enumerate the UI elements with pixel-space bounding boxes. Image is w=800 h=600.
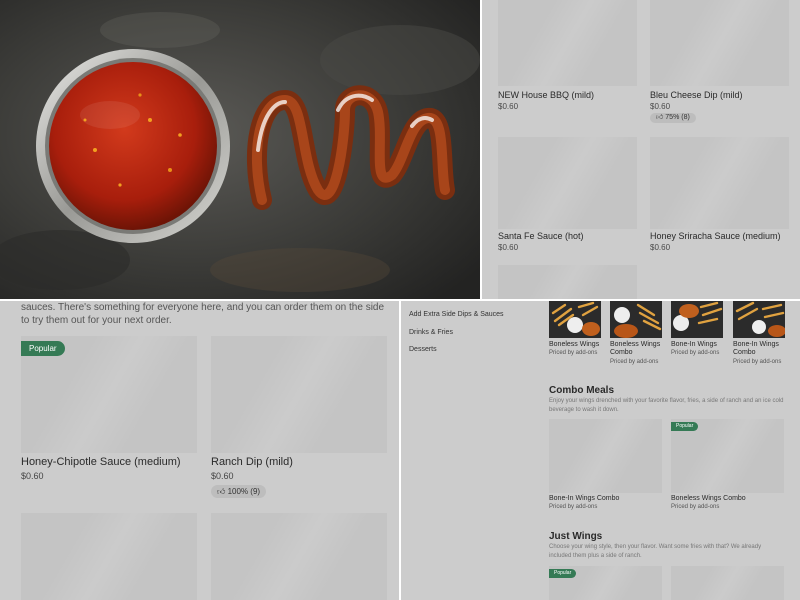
menu-item-image[interactable] bbox=[650, 0, 789, 86]
section-description-combo: Enjoy your wings drenched with your favo… bbox=[549, 398, 784, 413]
rating-value: 75% (8) bbox=[665, 114, 690, 121]
sidebar-item-desserts[interactable]: Desserts bbox=[409, 346, 437, 353]
wings-price: Priced by add-ons bbox=[733, 359, 782, 365]
wings-price: Priced by add-ons bbox=[549, 350, 598, 356]
fries-photo bbox=[671, 301, 723, 338]
menu-item-image[interactable] bbox=[21, 513, 197, 600]
menu-item-image[interactable] bbox=[498, 0, 637, 86]
menu-grid-upper: NEW House BBQ (mild) $0.60 Bleu Cheese D… bbox=[482, 0, 800, 299]
menu-item-image[interactable] bbox=[211, 336, 387, 453]
menu-item-name[interactable]: Honey Sriracha Sauce (medium) bbox=[650, 231, 781, 241]
wings-name[interactable]: Boneless Wings Combo bbox=[610, 341, 666, 357]
menu-item-price: $0.60 bbox=[650, 243, 671, 252]
menu-item-price: $0.60 bbox=[498, 243, 519, 252]
sidebar-item-sauces[interactable]: Add Extra Side Dips & Sauces bbox=[409, 311, 504, 318]
menu-item-name[interactable]: NEW House BBQ (mild) bbox=[498, 90, 594, 100]
menu-item-image[interactable] bbox=[498, 265, 637, 299]
menu-item-price: $0.60 bbox=[21, 471, 44, 481]
wings-name[interactable]: Bone-In Wings bbox=[671, 341, 727, 349]
combo-price: Priced by add-ons bbox=[549, 504, 598, 510]
wings-image[interactable] bbox=[671, 301, 723, 338]
combo-name[interactable]: Bone-In Wings Combo bbox=[549, 495, 659, 503]
menu-item-name[interactable]: Bleu Cheese Dip (mild) bbox=[650, 90, 743, 100]
thumbs-up-icon: 👍︎ bbox=[217, 487, 226, 496]
combo-price: Priced by add-ons bbox=[671, 504, 720, 510]
popular-badge: Popular bbox=[549, 569, 577, 578]
menu-item-image[interactable] bbox=[211, 513, 387, 600]
menu-item-image[interactable] bbox=[498, 137, 637, 229]
section-description-just-wings: Choose your wing style, then your flavor… bbox=[549, 544, 762, 559]
wings-image[interactable] bbox=[610, 301, 662, 338]
thumbs-up-icon: 👍︎ bbox=[656, 114, 664, 121]
rating-badge: 👍︎ 100% (9) bbox=[211, 485, 267, 498]
sidebar-item-drinks[interactable]: Drinks & Fries bbox=[409, 329, 453, 336]
menu-item-image[interactable] bbox=[671, 566, 784, 600]
popular-badge: Popular bbox=[671, 422, 699, 431]
wings-price: Priced by add-ons bbox=[610, 359, 659, 365]
rating-badge: 👍︎ 75% (8) bbox=[650, 113, 696, 123]
fries-photo bbox=[733, 301, 785, 338]
wings-image[interactable] bbox=[549, 301, 601, 338]
menu-item-image[interactable] bbox=[549, 419, 662, 493]
menu-item-price: $0.60 bbox=[498, 102, 519, 111]
fries-photo bbox=[610, 301, 662, 338]
wings-name[interactable]: Boneless Wings bbox=[549, 341, 605, 349]
section-title-just-wings: Just Wings bbox=[549, 531, 603, 542]
menu-item-price: $0.60 bbox=[650, 102, 671, 111]
combo-name[interactable]: Boneless Wings Combo bbox=[671, 495, 781, 503]
menu-item-name[interactable]: Santa Fe Sauce (hot) bbox=[498, 231, 584, 241]
popular-badge: Popular bbox=[21, 341, 65, 356]
menu-item-price: $0.60 bbox=[211, 471, 234, 481]
section-title-combo: Combo Meals bbox=[549, 385, 615, 396]
wings-price: Priced by add-ons bbox=[671, 350, 720, 356]
rating-value: 100% (9) bbox=[227, 487, 261, 496]
sauce-photo bbox=[0, 0, 480, 299]
fries-photo bbox=[549, 301, 601, 338]
sauces-section: sauces. There's something for everyone h… bbox=[0, 301, 399, 600]
hero-image bbox=[0, 0, 480, 299]
menu-item-image[interactable] bbox=[650, 137, 789, 229]
wings-section: Add Extra Side Dips & Sauces Drinks & Fr… bbox=[401, 301, 800, 600]
wings-name[interactable]: Bone-In Wings Combo bbox=[733, 341, 789, 357]
section-description: sauces. There's something for everyone h… bbox=[21, 302, 385, 326]
menu-item-name[interactable]: Ranch Dip (mild) bbox=[211, 456, 293, 468]
wings-image[interactable] bbox=[733, 301, 785, 338]
menu-item-name[interactable]: Honey-Chipotle Sauce (medium) bbox=[21, 456, 181, 468]
